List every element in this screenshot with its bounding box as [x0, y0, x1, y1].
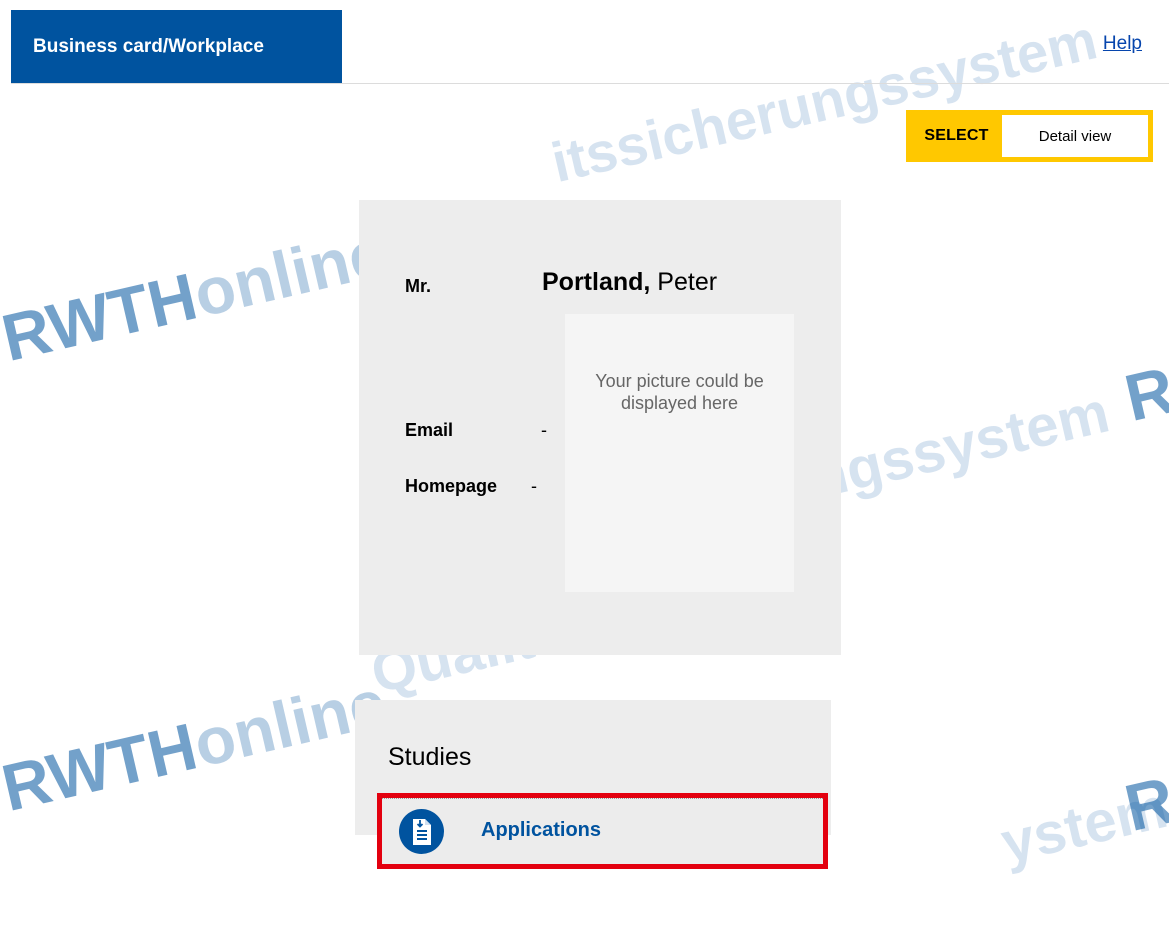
- studies-title: Studies: [388, 743, 472, 771]
- select-label: SELECT: [924, 127, 989, 144]
- help-link[interactable]: Help: [1103, 33, 1142, 55]
- watermark-tagline-4: ystem: [995, 774, 1169, 877]
- watermark-rwthonline-1: RWTHonline: [0, 214, 393, 376]
- homepage-value: -: [531, 476, 537, 496]
- header-divider: [11, 83, 1169, 84]
- view-select-dropdown[interactable]: Detail view: [1002, 115, 1148, 157]
- watermark-edge-2: R: [1118, 762, 1169, 846]
- email-label: Email: [405, 420, 454, 440]
- person-name: Portland, Peter: [542, 268, 717, 297]
- photo-placeholder: Your picture could be displayed here: [565, 314, 794, 592]
- document-download-icon: [399, 809, 444, 854]
- watermark-tagline-2: ngssystem: [805, 379, 1116, 512]
- last-name: Portland,: [542, 268, 651, 296]
- watermark-brand: RWTH: [0, 258, 204, 376]
- watermark-tagline-1: itssicherungssystem: [545, 7, 1103, 195]
- applications-link[interactable]: Applications: [377, 793, 828, 869]
- applications-label: Applications: [481, 819, 602, 841]
- watermark-edge-1: R: [1118, 352, 1169, 436]
- studies-panel: Studies Applications: [355, 700, 831, 869]
- watermark-brand: RWTH: [0, 708, 204, 826]
- business-card-tab-label: Business card/Workplace: [33, 35, 264, 57]
- email-value: -: [541, 420, 547, 440]
- watermark-rwthonline-2: RWTHonline: [0, 664, 393, 826]
- photo-placeholder-text: Your picture could be displayed here: [595, 371, 764, 413]
- row-divider: [382, 798, 823, 799]
- view-selector: SELECT Detail view: [906, 110, 1153, 162]
- business-card-tab[interactable]: Business card/Workplace: [11, 10, 342, 83]
- salutation: Mr.: [405, 276, 432, 296]
- homepage-label: Homepage: [405, 476, 498, 496]
- business-card: Mr. Portland, Peter Your picture could b…: [359, 200, 841, 655]
- first-name: Peter: [657, 268, 718, 296]
